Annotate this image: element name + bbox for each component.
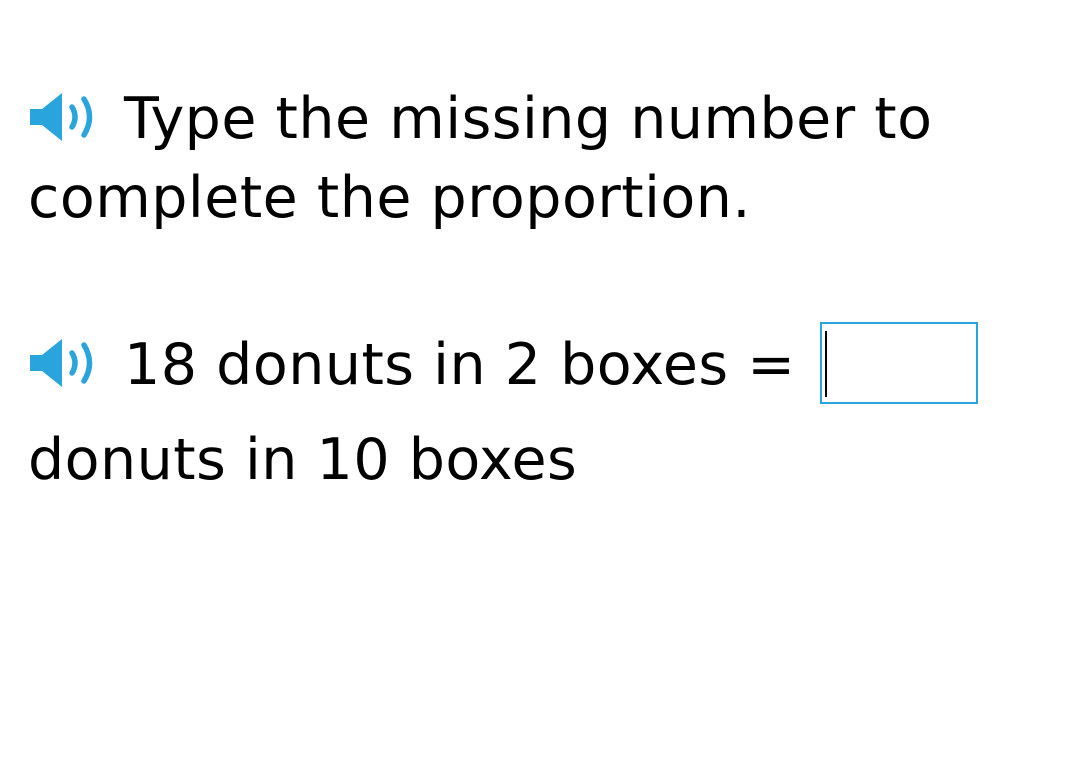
question-line-2: donuts in 10 boxes: [28, 427, 578, 493]
question-text: 18 donuts in 2 boxes =: [124, 332, 796, 398]
text-cursor: [825, 331, 827, 397]
instruction-line-2: complete the proportion.: [28, 165, 752, 231]
speaker-icon[interactable]: [28, 88, 100, 146]
instruction-text: Type the missing number to: [124, 86, 933, 152]
instruction-line-1: Type the missing number to: [28, 88, 933, 148]
speaker-icon[interactable]: [28, 334, 100, 392]
question-line-1: 18 donuts in 2 boxes =: [28, 334, 796, 394]
answer-input[interactable]: [820, 322, 978, 404]
